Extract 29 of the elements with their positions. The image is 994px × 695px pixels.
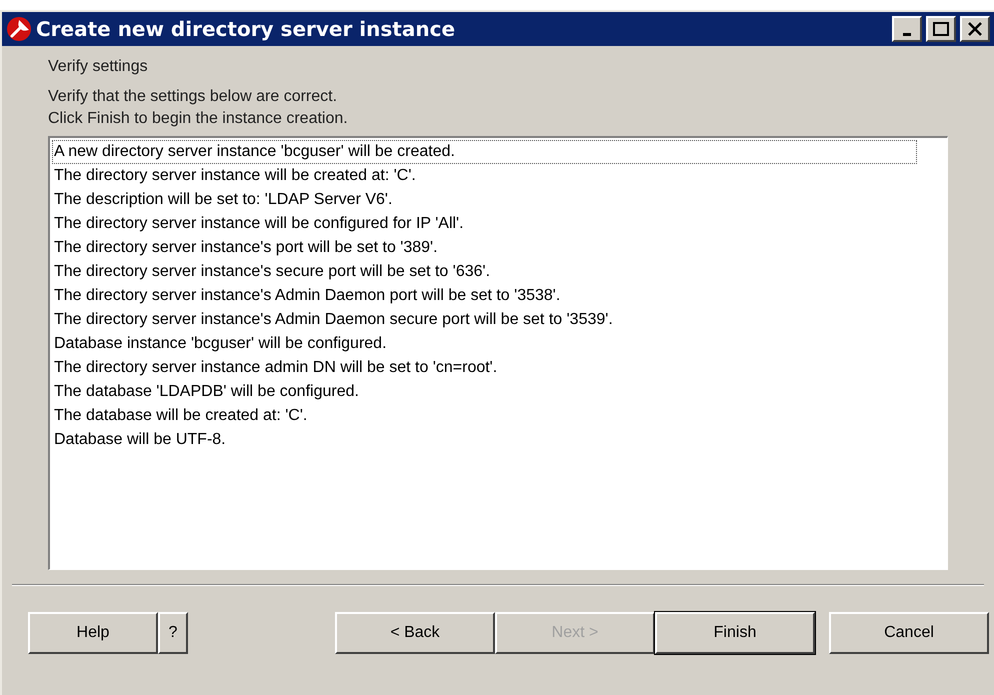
close-icon	[968, 22, 982, 36]
list-item[interactable]: Database instance 'bcguser' will be configured.	[52, 332, 917, 356]
list-item[interactable]: The description will be set to: 'LDAP Server V6'.	[52, 188, 917, 212]
window-title: Create new directory server instance	[36, 16, 456, 43]
maximize-icon	[933, 22, 949, 36]
page-heading: Verify settings	[48, 57, 149, 77]
minimize-button[interactable]	[892, 16, 922, 42]
help-icon-button[interactable]: ?	[158, 612, 188, 654]
list-item[interactable]: A new directory server instance 'bcguser' will be created.	[52, 140, 917, 164]
list-item[interactable]: The directory server instance's secure port will be set to '636'.	[52, 260, 917, 284]
minimize-icon	[903, 32, 911, 36]
list-item[interactable]: The database will be created at: 'C'.	[52, 404, 917, 428]
close-button[interactable]	[960, 16, 990, 42]
list-item[interactable]: The database 'LDAPDB' will be configured.	[52, 380, 917, 404]
instruction-text: Click Finish to begin the instance creation.	[48, 109, 349, 129]
dialog-button[interactable]: Finish	[655, 612, 815, 654]
maximize-button[interactable]	[926, 16, 956, 42]
list-item[interactable]: The directory server instance will be created at: 'C'.	[52, 164, 917, 188]
list-item[interactable]: The directory server instance's Admin Daemon secure port will be set to '3539'.	[52, 308, 917, 332]
list-item[interactable]: The directory server instance admin DN will be set to 'cn=root'.	[52, 356, 917, 380]
dialog-button[interactable]: Help	[28, 612, 158, 654]
list-item[interactable]: The directory server instance will be configured for IP 'All'.	[52, 212, 917, 236]
list-item[interactable]: The directory server instance's port will be set to '389'.	[52, 236, 917, 260]
instruction-text: Verify that the settings below are correct.	[48, 87, 338, 107]
dialog-button[interactable]: Cancel	[829, 612, 989, 654]
list-item[interactable]: The directory server instance's Admin Daemon port will be set to '3538'.	[52, 284, 917, 308]
dialog-button[interactable]: < Back	[335, 612, 495, 654]
wrench-icon	[6, 16, 32, 42]
list-item[interactable]: Database will be UTF-8.	[52, 428, 917, 452]
